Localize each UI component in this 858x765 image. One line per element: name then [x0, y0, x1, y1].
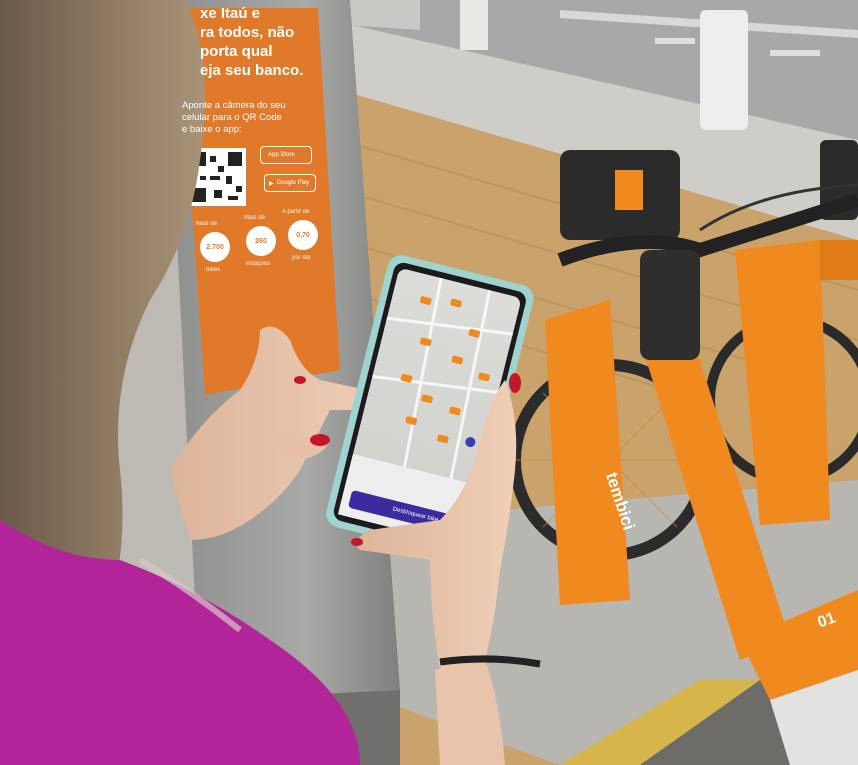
- bollard: [700, 10, 748, 130]
- fingernail: [509, 373, 521, 393]
- stat-caption: Mais de: [244, 215, 266, 221]
- basket-reflector: [615, 170, 643, 210]
- scene-drawing: [0, 0, 858, 765]
- instruction-line: celular para o QR Code: [182, 112, 282, 123]
- photo-scene: xe Itaú e ra todos, não porta qual eja s…: [0, 0, 858, 765]
- curb-top: [345, 0, 420, 30]
- stat-badge: 260: [246, 226, 276, 256]
- fingernail: [351, 538, 363, 546]
- headline-line: eja seu banco.: [200, 62, 304, 79]
- bollard-far: [460, 0, 488, 50]
- stat-unit: bikes: [206, 267, 221, 273]
- headline-line: ra todos, não: [200, 24, 295, 41]
- stat-unit: por dia: [292, 255, 311, 261]
- google-play-badge: ▶ Google Play: [264, 174, 316, 192]
- stat-caption: Mais de: [196, 221, 218, 227]
- rear-bike-dock: [820, 240, 858, 280]
- road-dash: [770, 50, 820, 56]
- stat-badge: 2.700: [200, 232, 230, 262]
- app-store-label: App Store: [268, 152, 295, 158]
- poster-instruction: Aponte a câmera do seu celular para o QR…: [182, 100, 286, 136]
- stat-unit: estações: [246, 261, 271, 267]
- fingernail: [310, 434, 330, 446]
- instruction-line: e baixe o app:: [182, 124, 242, 135]
- stat-badge: 0,70: [288, 220, 318, 250]
- app-store-badge: App Store: [260, 146, 312, 164]
- fingernail: [294, 376, 306, 384]
- headline-line: porta qual: [200, 43, 273, 60]
- poster-headline: xe Itaú e ra todos, não porta qual eja s…: [200, 4, 303, 80]
- google-play-label: Google Play: [276, 180, 310, 186]
- road-dash: [655, 38, 695, 44]
- instruction-line: Aponte a câmera do seu: [182, 100, 286, 111]
- stat-caption: A partir de: [282, 209, 310, 215]
- play-icon: ▶: [269, 180, 274, 187]
- handlebar-stem: [640, 250, 700, 360]
- headline-line: xe Itaú e: [200, 5, 261, 22]
